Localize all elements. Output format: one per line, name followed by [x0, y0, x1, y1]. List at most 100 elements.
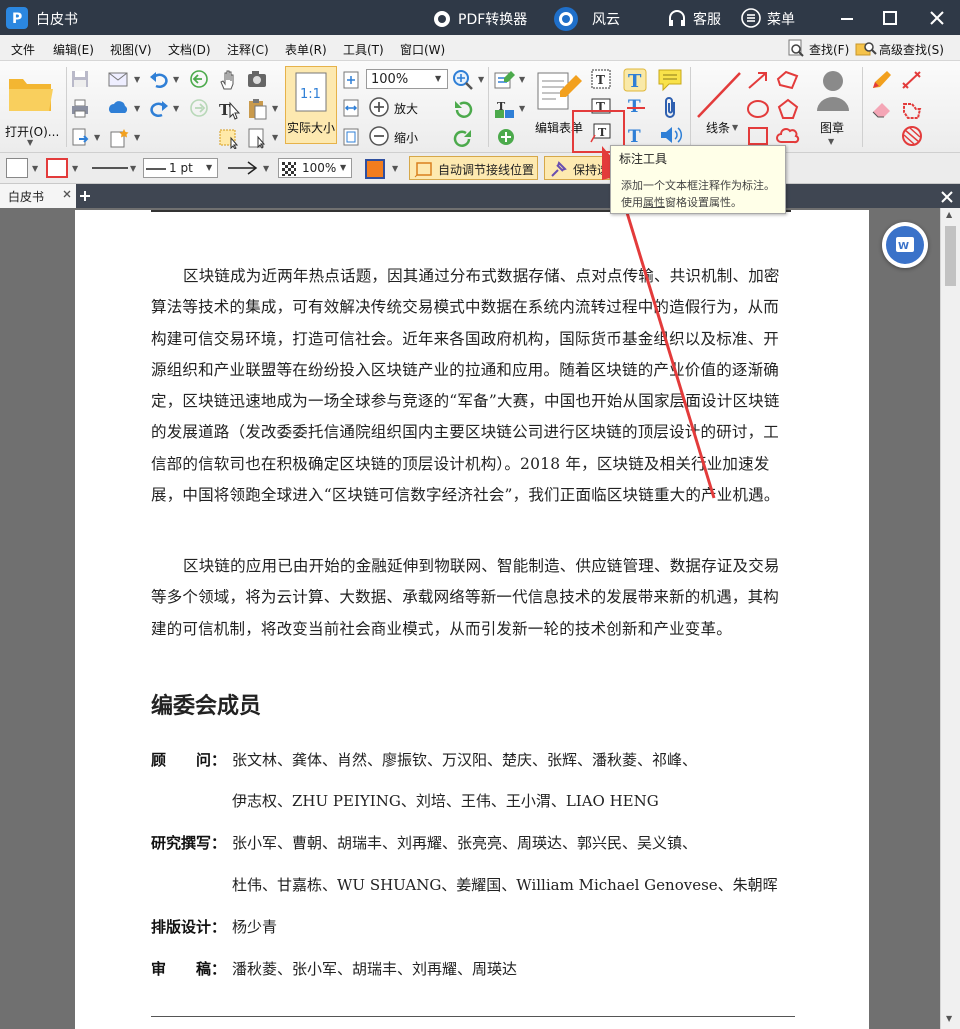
vertical-scrollbar[interactable]: ▲ ▼: [940, 208, 960, 1029]
attach-file-icon[interactable]: [661, 96, 681, 120]
rotate-left-icon[interactable]: [452, 98, 474, 120]
arrow-style-icon[interactable]: [226, 159, 260, 177]
email-icon[interactable]: [107, 69, 129, 89]
arrow-style-dropdown-icon[interactable]: ▼: [263, 164, 269, 173]
next-view-icon[interactable]: [189, 98, 209, 118]
stroke-color-dropdown-icon[interactable]: ▼: [72, 164, 78, 173]
eraser-icon[interactable]: [870, 98, 894, 120]
strikeout-text-icon[interactable]: T: [625, 124, 647, 146]
rectangle-icon[interactable]: [746, 125, 770, 147]
open-button[interactable]: 打开(O)... ▼: [3, 65, 63, 149]
pencil-icon[interactable]: [870, 69, 894, 91]
find-button[interactable]: 查找(F): [809, 41, 849, 58]
keep-tool-button[interactable]: 保持选: [544, 156, 610, 180]
fengyun-button[interactable]: 风云: [552, 4, 627, 32]
maximize-icon[interactable]: [882, 10, 898, 26]
new-document-icon[interactable]: [108, 127, 130, 149]
menu-view[interactable]: 视图(V): [110, 41, 152, 58]
menu-form[interactable]: 表单(R): [285, 41, 327, 58]
cloud-share-dropdown-icon[interactable]: ▼: [134, 104, 140, 113]
customer-service-button[interactable]: 客服: [665, 4, 727, 32]
stamp-button[interactable]: 图章 ▼: [808, 67, 858, 149]
line-style-dropdown-icon[interactable]: ▼: [130, 164, 136, 173]
zoom-out-label[interactable]: 缩小: [394, 129, 418, 146]
distance-icon[interactable]: [900, 69, 924, 91]
new-tab-icon[interactable]: [78, 189, 92, 203]
zoom-in-icon[interactable]: [368, 96, 390, 118]
underline-text-icon[interactable]: T: [625, 96, 647, 118]
close-window-icon[interactable]: [929, 10, 945, 26]
menu-comment[interactable]: 注释(C): [227, 41, 269, 58]
fit-page-icon[interactable]: [342, 70, 360, 90]
select-area-dropdown-icon[interactable]: ▼: [272, 133, 278, 142]
snapshot-icon[interactable]: [246, 69, 268, 89]
typewriter-dropdown-icon[interactable]: ▼: [519, 75, 525, 84]
fill-color-swatch[interactable]: [6, 158, 28, 178]
fill-style-icon[interactable]: [364, 158, 388, 180]
minimize-icon[interactable]: [839, 10, 855, 26]
undo-dropdown-icon[interactable]: ▼: [173, 75, 179, 84]
scroll-thumb[interactable]: [945, 226, 956, 286]
typewriter-icon[interactable]: [493, 69, 517, 91]
add-text-field-icon[interactable]: T: [493, 98, 517, 120]
fit-width-icon[interactable]: [342, 98, 360, 118]
arrow-icon[interactable]: [746, 69, 770, 91]
stroke-color-swatch[interactable]: [46, 158, 68, 178]
convert-to-word-button[interactable]: W: [882, 222, 928, 268]
advanced-find-icon[interactable]: [855, 38, 877, 58]
tooltip-properties-link[interactable]: 属性: [643, 196, 665, 209]
close-tab-icon[interactable]: [62, 189, 72, 199]
area-icon[interactable]: [900, 125, 924, 147]
find-icon[interactable]: [786, 38, 806, 58]
polyline-icon[interactable]: [776, 69, 800, 91]
email-dropdown-icon[interactable]: ▼: [134, 75, 140, 84]
lines-label[interactable]: 线条: [706, 119, 730, 136]
main-menu-button[interactable]: 菜单: [740, 4, 802, 32]
paste-dropdown-icon[interactable]: ▼: [272, 104, 278, 113]
line-icon[interactable]: [696, 69, 744, 121]
fit-visible-icon[interactable]: [342, 127, 360, 147]
pdf-converter-button[interactable]: PDF转换器: [430, 4, 530, 32]
zoom-tool-icon[interactable]: [452, 69, 474, 91]
polygon-icon[interactable]: [776, 98, 800, 120]
scroll-down-icon[interactable]: ▼: [946, 1014, 952, 1023]
previous-view-icon[interactable]: [189, 69, 209, 89]
redo-dropdown-icon[interactable]: ▼: [173, 104, 179, 113]
export-icon[interactable]: [70, 127, 90, 147]
rotate-right-icon[interactable]: [452, 127, 474, 149]
ellipse-icon[interactable]: [746, 98, 770, 120]
zoom-select[interactable]: 100% ▼: [366, 69, 448, 89]
undo-icon[interactable]: [148, 69, 170, 89]
hand-tool-icon[interactable]: [218, 69, 238, 91]
select-area-icon[interactable]: [246, 127, 268, 149]
menu-window[interactable]: 窗口(W): [400, 41, 445, 58]
zoom-tool-dropdown-icon[interactable]: ▼: [478, 75, 484, 84]
cloud-share-icon[interactable]: [107, 98, 131, 118]
redo-icon[interactable]: [148, 98, 170, 118]
lines-dropdown-icon[interactable]: ▼: [732, 123, 738, 132]
perimeter-icon[interactable]: [900, 98, 924, 120]
actual-size-button[interactable]: 1:1 实际大小: [285, 66, 337, 144]
zoom-in-label[interactable]: 放大: [394, 100, 418, 117]
menu-tools[interactable]: 工具(T): [343, 41, 384, 58]
scroll-up-icon[interactable]: ▲: [946, 210, 952, 219]
save-icon[interactable]: [70, 69, 90, 89]
text-icon[interactable]: T: [623, 68, 647, 92]
snapshot-select-icon[interactable]: [218, 127, 240, 149]
line-style-icon[interactable]: [90, 161, 130, 175]
tab-document[interactable]: 白皮书: [0, 184, 76, 208]
menu-edit[interactable]: 编辑(E): [53, 41, 94, 58]
zoom-out-icon[interactable]: [368, 125, 390, 147]
sound-icon[interactable]: [658, 124, 684, 146]
line-width-select[interactable]: 1 pt ▼: [143, 158, 218, 178]
open-dropdown-icon[interactable]: ▼: [27, 138, 33, 147]
export-dropdown-icon[interactable]: ▼: [94, 133, 100, 142]
fill-style-dropdown-icon[interactable]: ▼: [392, 164, 398, 173]
new-document-dropdown-icon[interactable]: ▼: [134, 133, 140, 142]
fill-color-dropdown-icon[interactable]: ▼: [32, 164, 38, 173]
paste-icon[interactable]: [246, 98, 268, 120]
cloud-icon[interactable]: [776, 125, 800, 147]
text-box-icon[interactable]: T: [590, 68, 612, 90]
menu-file[interactable]: 文件: [11, 41, 35, 58]
close-document-icon[interactable]: [940, 190, 954, 204]
